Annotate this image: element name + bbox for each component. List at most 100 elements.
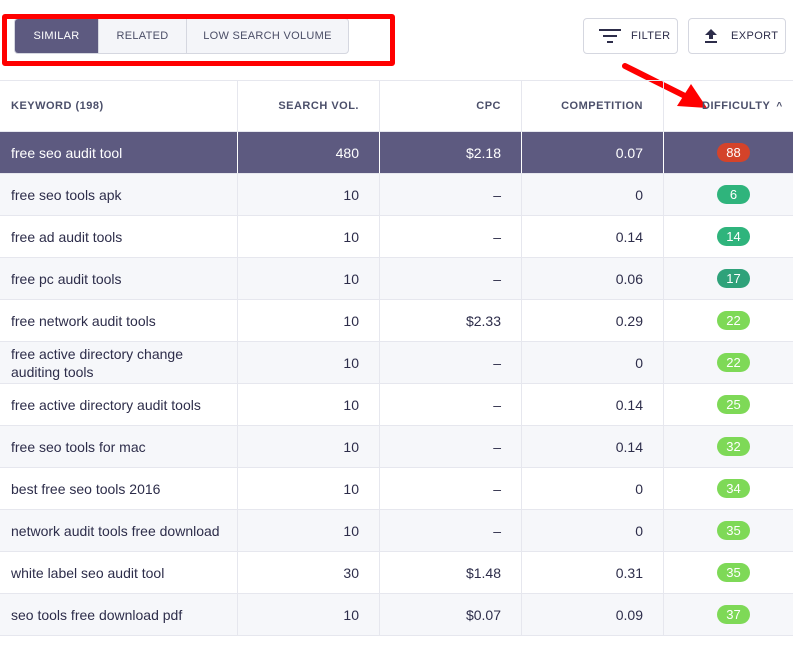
keyword-cell: free pc audit tools [0, 258, 238, 299]
keyword-cell: white label seo audit tool [0, 552, 238, 593]
table-body: free seo audit tool 480 $2.18 0.07 88 free se… [0, 132, 793, 636]
cpc-cell: – [380, 384, 522, 425]
search-vol-cell: 10 [238, 384, 380, 425]
competition-cell: 0.14 [522, 426, 664, 467]
competition-cell: 0 [522, 174, 664, 215]
filter-button[interactable]: FILTER [583, 18, 678, 54]
difficulty-badge: 22 [717, 311, 750, 330]
table-row[interactable]: white label seo audit tool 30 $1.48 0.31 35 [0, 552, 793, 594]
keyword-cell: free ad audit tools [0, 216, 238, 257]
table-row[interactable]: free ad audit tools 10–0.14 14 [0, 216, 793, 258]
difficulty-header-label: DIFFICULTY [702, 100, 771, 112]
difficulty-badge: 35 [717, 563, 750, 582]
search-vol-cell: 30 [238, 552, 380, 593]
search-vol-cell: 10 [238, 300, 380, 341]
cpc-cell: – [380, 468, 522, 509]
tab-similar[interactable]: SIMILAR [15, 19, 99, 53]
table-row[interactable]: free seo tools for mac 10–0.14 32 [0, 426, 793, 468]
keyword-cell: free active directory audit tools [0, 384, 238, 425]
difficulty-badge: 37 [717, 605, 750, 624]
difficulty-badge: 17 [717, 269, 750, 288]
keyword-cell: network audit tools free download [0, 510, 238, 551]
cpc-cell: – [380, 174, 522, 215]
search-vol-cell: 10 [238, 342, 380, 383]
table-header-row: KEYWORD (198) SEARCH VOL. CPC COMPETITIO… [0, 80, 793, 132]
difficulty-badge: 34 [717, 479, 750, 498]
difficulty-badge: 88 [717, 143, 750, 162]
difficulty-badge: 35 [717, 521, 750, 540]
difficulty-cell: 35 [664, 552, 793, 593]
cpc-cell: $0.07 [380, 594, 522, 635]
keyword-cell: free seo tools for mac [0, 426, 238, 467]
cpc-cell: – [380, 510, 522, 551]
search-vol-cell: 10 [238, 216, 380, 257]
table-row[interactable]: seo tools free download pdf 10 $0.07 0.09 37 [0, 594, 793, 636]
cpc-cell: – [380, 216, 522, 257]
tab-low-search-volume[interactable]: LOW SEARCH VOLUME [187, 19, 348, 53]
column-header-search-vol[interactable]: SEARCH VOL. [238, 81, 380, 131]
difficulty-badge: 25 [717, 395, 750, 414]
table-row[interactable]: free pc audit tools 10–0.06 17 [0, 258, 793, 300]
difficulty-cell: 34 [664, 468, 793, 509]
difficulty-cell: 88 [664, 132, 793, 173]
cpc-cell: $1.48 [380, 552, 522, 593]
difficulty-cell: 22 [664, 342, 793, 383]
competition-cell: 0.29 [522, 300, 664, 341]
difficulty-cell: 35 [664, 510, 793, 551]
table-row[interactable]: free seo audit tool 480 $2.18 0.07 88 [0, 132, 793, 174]
cpc-cell: $2.33 [380, 300, 522, 341]
keyword-cell: free seo audit tool [0, 132, 238, 173]
filter-label: FILTER [631, 30, 671, 42]
competition-cell: 0.14 [522, 216, 664, 257]
search-vol-cell: 10 [238, 510, 380, 551]
search-vol-cell: 10 [238, 468, 380, 509]
keyword-tabs: SIMILAR RELATED LOW SEARCH VOLUME [14, 18, 349, 54]
search-vol-cell: 480 [238, 132, 380, 173]
competition-cell: 0.31 [522, 552, 664, 593]
column-header-cpc[interactable]: CPC [380, 81, 522, 131]
table-row[interactable]: free active directory audit tools 10–0.14… [0, 384, 793, 426]
column-header-keyword[interactable]: KEYWORD (198) [0, 81, 238, 131]
filter-icon [599, 28, 621, 44]
upload-icon [705, 29, 717, 43]
difficulty-cell: 32 [664, 426, 793, 467]
keyword-cell: free seo tools apk [0, 174, 238, 215]
table-row[interactable]: free active directory change auditing to… [0, 342, 793, 384]
difficulty-cell: 37 [664, 594, 793, 635]
table-row[interactable]: best free seo tools 2016 10–0 34 [0, 468, 793, 510]
column-header-difficulty[interactable]: DIFFICULTY ^ [664, 81, 793, 131]
difficulty-badge: 6 [717, 185, 750, 204]
cpc-cell: – [380, 342, 522, 383]
competition-cell: 0.07 [522, 132, 664, 173]
search-vol-cell: 10 [238, 426, 380, 467]
keyword-cell: seo tools free download pdf [0, 594, 238, 635]
table-row[interactable]: free seo tools apk 10–0 6 [0, 174, 793, 216]
export-label: EXPORT [731, 30, 779, 42]
cpc-cell: – [380, 258, 522, 299]
table-row[interactable]: free network audit tools 10 $2.33 0.29 22 [0, 300, 793, 342]
difficulty-cell: 25 [664, 384, 793, 425]
competition-cell: 0.09 [522, 594, 664, 635]
export-button[interactable]: EXPORT [688, 18, 786, 54]
competition-cell: 0.14 [522, 384, 664, 425]
difficulty-cell: 14 [664, 216, 793, 257]
toolbar: SIMILAR RELATED LOW SEARCH VOLUME FILTER… [0, 0, 793, 80]
difficulty-badge: 14 [717, 227, 750, 246]
sort-ascending-icon: ^ [776, 100, 783, 112]
difficulty-cell: 17 [664, 258, 793, 299]
cpc-cell: $2.18 [380, 132, 522, 173]
cpc-cell: – [380, 426, 522, 467]
tab-related[interactable]: RELATED [99, 19, 187, 53]
table-row[interactable]: network audit tools free download 10–0 35 [0, 510, 793, 552]
competition-cell: 0 [522, 510, 664, 551]
search-vol-cell: 10 [238, 594, 380, 635]
column-header-competition[interactable]: COMPETITION [522, 81, 664, 131]
difficulty-badge: 32 [717, 437, 750, 456]
competition-cell: 0.06 [522, 258, 664, 299]
keyword-cell: free active directory change auditing to… [0, 342, 238, 383]
keyword-cell: best free seo tools 2016 [0, 468, 238, 509]
difficulty-cell: 6 [664, 174, 793, 215]
search-vol-cell: 10 [238, 174, 380, 215]
keyword-table: KEYWORD (198) SEARCH VOL. CPC COMPETITIO… [0, 80, 793, 636]
competition-cell: 0 [522, 342, 664, 383]
